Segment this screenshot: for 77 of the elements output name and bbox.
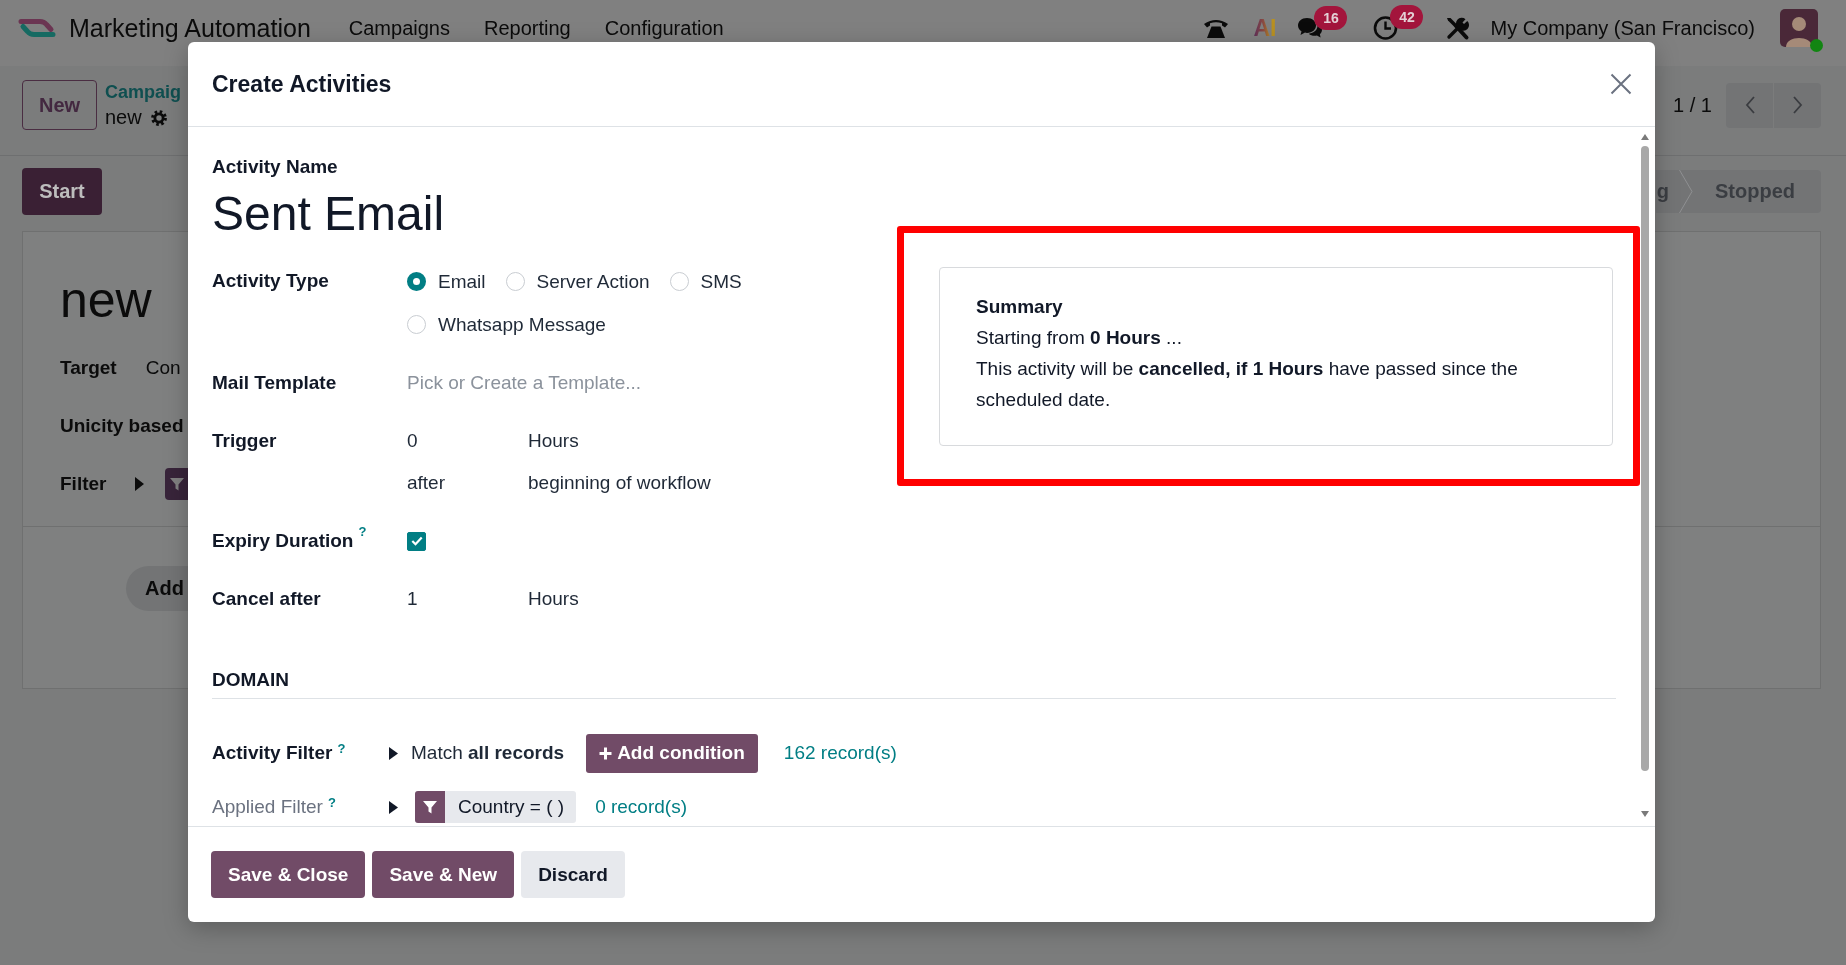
- chevron-left-icon: [1744, 96, 1755, 114]
- radio-label[interactable]: Server Action: [536, 270, 650, 293]
- field-label: Target: [60, 357, 117, 379]
- section-heading: DOMAIN: [212, 668, 290, 692]
- record-name: new: [105, 105, 142, 130]
- status-dot-icon: [1810, 39, 1823, 52]
- chat-icon[interactable]: [1297, 16, 1324, 40]
- menu-item[interactable]: Configuration: [604, 16, 724, 40]
- field-label: Cancel after: [212, 587, 321, 611]
- summary-title: Summary: [976, 295, 1064, 319]
- filter-icon: [415, 791, 445, 823]
- count-badge: 42: [1390, 5, 1424, 29]
- field-label: Applied Filter: [212, 796, 323, 818]
- unit-select[interactable]: Hours: [528, 420, 579, 462]
- help-tooltip[interactable]: ?: [337, 741, 346, 757]
- checkbox[interactable]: [407, 531, 426, 551]
- radio-label[interactable]: Whatsapp Message: [438, 313, 606, 336]
- record-title: new: [60, 271, 152, 330]
- add-condition-button[interactable]: Add condition: [586, 733, 758, 773]
- filter-icon[interactable]: [165, 468, 190, 500]
- field-value[interactable]: Con: [145, 357, 181, 379]
- event-select[interactable]: beginning of workflow: [528, 462, 711, 504]
- dialog-button[interactable]: Save & Close: [211, 851, 366, 898]
- radio-button[interactable]: [407, 272, 426, 291]
- template-field[interactable]: Pick or Create a Template...: [407, 368, 787, 398]
- dialog-button[interactable]: Save & New: [372, 851, 515, 898]
- interval-field[interactable]: 1: [407, 578, 418, 620]
- add-button[interactable]: Add: [126, 566, 188, 611]
- close-button[interactable]: [1610, 73, 1632, 95]
- record-count-link[interactable]: 162 record(s): [783, 742, 897, 764]
- field-label: Unicity based: [60, 415, 184, 437]
- dialog-button[interactable]: Discard: [521, 851, 625, 898]
- match-text: Match all records: [411, 742, 565, 764]
- app-logo-icon[interactable]: [18, 16, 56, 40]
- filter-tag[interactable]: Country = ( ): [415, 791, 577, 823]
- step-divider: [1679, 170, 1693, 213]
- company-switcher[interactable]: My Company (San Francisco): [1490, 16, 1755, 40]
- tools-icon[interactable]: [1445, 15, 1471, 41]
- chevron-right-icon: [1792, 96, 1803, 114]
- phone-icon[interactable]: [1203, 17, 1230, 39]
- start-button[interactable]: Start: [22, 168, 102, 215]
- clock-icon[interactable]: [1373, 15, 1400, 41]
- field-label: Activity Filter: [212, 742, 333, 764]
- unit-select[interactable]: Hours: [528, 578, 579, 620]
- dialog-title: Create Activities: [212, 70, 392, 98]
- checkmark-icon: [410, 536, 423, 546]
- help-tooltip[interactable]: ?: [358, 524, 367, 540]
- field-label: Activity Type: [212, 269, 329, 293]
- interval-field[interactable]: 0: [407, 420, 418, 462]
- record-count-link[interactable]: 0 record(s): [595, 796, 687, 818]
- gear-icon[interactable]: [150, 109, 167, 126]
- help-tooltip[interactable]: ?: [327, 795, 336, 811]
- direction-select[interactable]: after: [407, 462, 446, 504]
- summary-text: Starting from 0 Hours ...: [976, 326, 1183, 350]
- caret-right-icon[interactable]: [389, 800, 398, 814]
- scroll-down-icon[interactable]: [1641, 811, 1649, 817]
- summary-text: This activity will be cancelled, if 1 Hours have passed since the scheduled date.: [976, 357, 1519, 412]
- radio-label[interactable]: SMS: [700, 270, 742, 293]
- app-name[interactable]: Marketing Automation: [69, 13, 311, 43]
- radio-label[interactable]: Email: [438, 270, 486, 293]
- field-label: Activity Name: [212, 155, 339, 179]
- field-label: Mail Template: [212, 371, 337, 395]
- scroll-up-icon[interactable]: [1641, 134, 1649, 140]
- activity-name-field[interactable]: Sent Email: [212, 186, 445, 242]
- menu-item[interactable]: Campaigns: [348, 16, 450, 40]
- plus-icon: [599, 746, 613, 760]
- caret-right-icon[interactable]: [389, 746, 398, 760]
- menu-item[interactable]: Reporting: [483, 16, 571, 40]
- field-label: Trigger: [212, 429, 277, 453]
- pager-value[interactable]: 1 / 1: [1673, 93, 1712, 117]
- field-label: Expiry Duration: [212, 529, 354, 553]
- count-badge: 16: [1314, 6, 1348, 30]
- field-label: Filter: [60, 473, 107, 495]
- new-button[interactable]: New: [22, 80, 97, 130]
- scrollbar-thumb[interactable]: [1641, 146, 1649, 771]
- close-icon: [1610, 73, 1632, 95]
- avatar-icon[interactable]: [1780, 9, 1818, 47]
